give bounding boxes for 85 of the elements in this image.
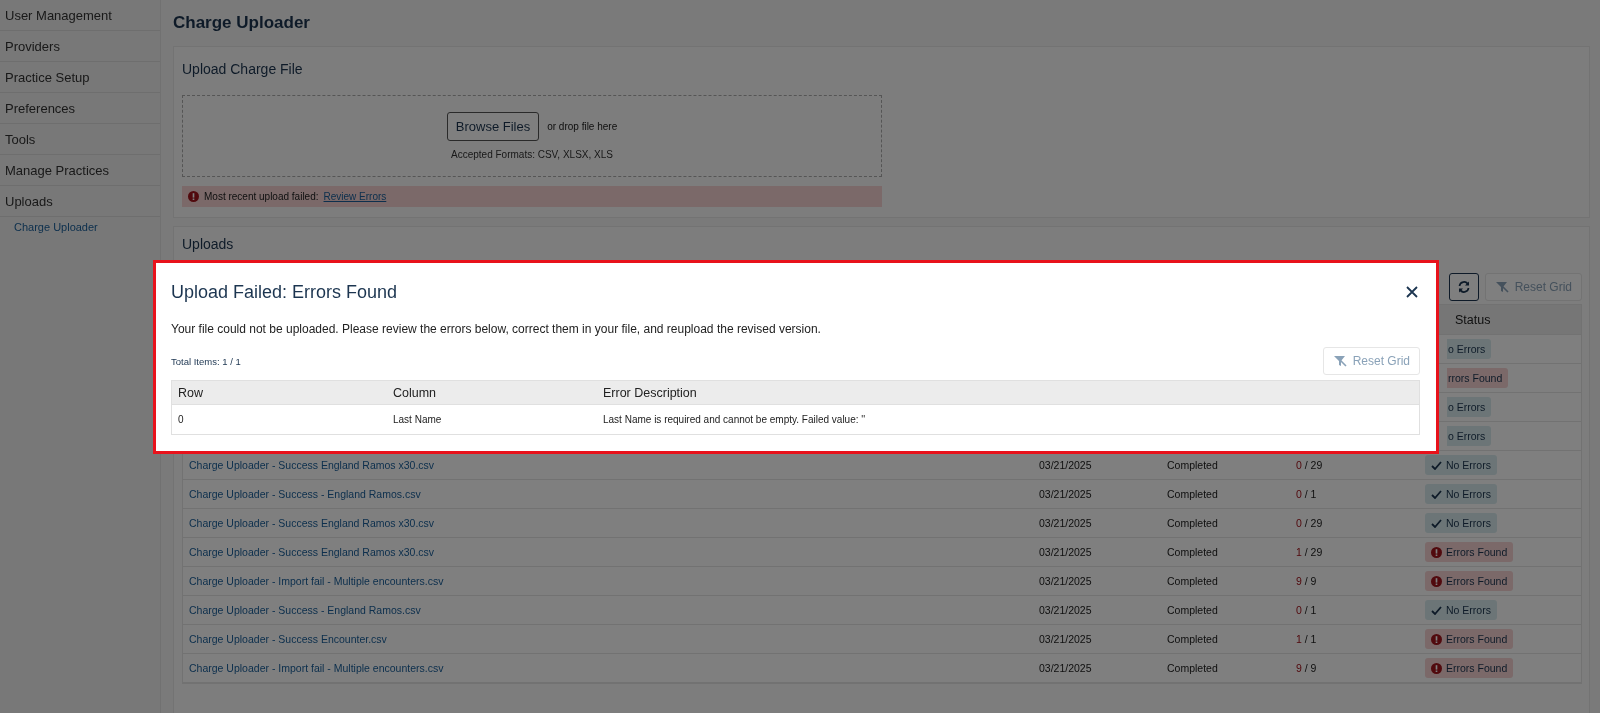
total-items: Total Items: 1 / 1 <box>171 355 241 367</box>
clear-filter-icon <box>1494 281 1509 293</box>
close-icon <box>1406 286 1418 298</box>
table-cell-text: Last Name <box>392 414 443 425</box>
alert-message: Most recent upload failed: <box>204 191 319 202</box>
error-count: 0 / 1 <box>1295 604 1318 616</box>
file-link[interactable]: Charge Uploader - Success - England Ramos.csv <box>183 604 1033 616</box>
table-cell-text: 03/21/2025 <box>1038 517 1093 529</box>
status-badge: No Errors <box>1425 455 1497 475</box>
status-badge: o Errors <box>1447 339 1492 359</box>
refresh-icon <box>1456 280 1471 294</box>
review-errors-link[interactable]: Review Errors <box>323 191 387 202</box>
table-cell-text: 0 <box>177 414 185 425</box>
error-count: 0 / 1 <box>1295 488 1318 500</box>
exclamation-icon <box>1431 575 1442 587</box>
column-header[interactable]: Column <box>387 385 597 400</box>
table-cell-text: 03/21/2025 <box>1038 459 1093 471</box>
exclamation-icon <box>1431 546 1442 558</box>
error-count: 0 / 29 <box>1295 459 1324 471</box>
sidebar-item[interactable]: Manage Practices <box>0 155 160 186</box>
table-cell-text: Last Name is required and cannot be empty. Failed value: '' <box>602 414 867 425</box>
refresh-button[interactable] <box>1448 273 1479 301</box>
file-link[interactable]: Charge Uploader - Import fail - Multiple encounters.csv <box>183 575 1033 587</box>
check-icon <box>1431 518 1442 528</box>
file-link[interactable]: Charge Uploader - Success England Ramos x30.csv <box>183 546 1033 558</box>
error-count: 1 / 29 <box>1295 546 1324 558</box>
page-title: Charge Uploader <box>173 13 311 33</box>
file-link[interactable]: Charge Uploader - Success England Ramos x30.csv <box>183 459 1033 471</box>
clear-filter-icon <box>1332 355 1347 367</box>
sidebar-item[interactable]: Providers <box>0 31 160 62</box>
table-cell-text: 03/21/2025 <box>1038 662 1093 674</box>
status-badge: Errors Found <box>1425 542 1514 562</box>
table-cell-text: Completed <box>1166 575 1219 587</box>
error-count: 1 / 1 <box>1295 633 1318 645</box>
sidebar-item[interactable]: Tools <box>0 124 160 155</box>
file-link[interactable]: Charge Uploader - Success England Ramos x30.csv <box>183 517 1033 529</box>
check-icon <box>1431 460 1442 470</box>
table-cell-text: Completed <box>1166 662 1219 674</box>
table-cell-text: 03/21/2025 <box>1038 546 1093 558</box>
file-link[interactable]: Charge Uploader - Import fail - Multiple encounters.csv <box>183 662 1033 674</box>
table-cell-text: Completed <box>1166 604 1219 616</box>
error-count: 9 / 9 <box>1295 575 1318 587</box>
sidebar-subitem[interactable]: Charge Uploader <box>0 217 160 237</box>
status-badge: Errors Found <box>1425 571 1514 591</box>
exclamation-icon <box>188 191 199 202</box>
status-badge: No Errors <box>1425 513 1497 533</box>
check-icon <box>1431 605 1442 615</box>
check-icon <box>1431 489 1442 499</box>
error-count: 0 / 29 <box>1295 517 1324 529</box>
dialog-message: Your file could not be uploaded. Please review the errors below, correct them in your file, and reupload the revised version. <box>171 322 822 336</box>
table-cell-text: 03/21/2025 <box>1038 604 1093 616</box>
status-badge: No Errors <box>1425 600 1497 620</box>
error-count: 9 / 9 <box>1295 662 1318 674</box>
status-badge: No Errors <box>1425 484 1497 504</box>
drop-hint: or drop file here <box>547 121 618 132</box>
file-link[interactable]: Charge Uploader - Success - England Ramos.csv <box>183 488 1033 500</box>
sidebar-item[interactable]: User Management <box>0 0 160 31</box>
column-header[interactable]: Row <box>172 385 387 400</box>
table-cell-text: Completed <box>1166 546 1219 558</box>
exclamation-icon <box>1431 633 1442 645</box>
status-badge: o Errors <box>1447 426 1492 446</box>
dialog-title: Upload Failed: Errors Found <box>171 281 398 304</box>
card-title: Uploads <box>182 235 234 253</box>
column-header[interactable]: Error Description <box>597 385 1419 400</box>
file-link[interactable]: Charge Uploader - Success Encounter.csv <box>183 633 1033 645</box>
table-cell-text: 03/21/2025 <box>1038 633 1093 645</box>
browse-files-button[interactable]: Browse Files <box>446 112 540 141</box>
exclamation-icon <box>1431 662 1442 674</box>
sidebar-item[interactable]: Preferences <box>0 93 160 124</box>
table-cell-text: Completed <box>1166 517 1219 529</box>
table-cell-text: 03/21/2025 <box>1038 575 1093 587</box>
drop-zone[interactable]: Browse Files or drop file here Accepted Formats: CSV, XLSX, XLS <box>182 95 882 177</box>
accepted-formats: Accepted Formats: CSV, XLSX, XLS <box>451 149 613 160</box>
status-badge: Errors Found <box>1425 658 1514 678</box>
table-cell-text: 03/21/2025 <box>1038 488 1093 500</box>
status-badge: o Errors <box>1447 397 1492 417</box>
card-title: Upload Charge File <box>182 60 303 78</box>
table-cell-text: Completed <box>1166 633 1219 645</box>
sidebar-item[interactable]: Uploads <box>0 186 160 217</box>
close-button[interactable] <box>1404 284 1420 300</box>
status-badge: rrors Found <box>1447 368 1509 388</box>
table-cell-text: Completed <box>1166 488 1219 500</box>
table-cell-text: Completed <box>1166 459 1219 471</box>
status-badge: Errors Found <box>1425 629 1514 649</box>
sidebar-item[interactable]: Practice Setup <box>0 62 160 93</box>
